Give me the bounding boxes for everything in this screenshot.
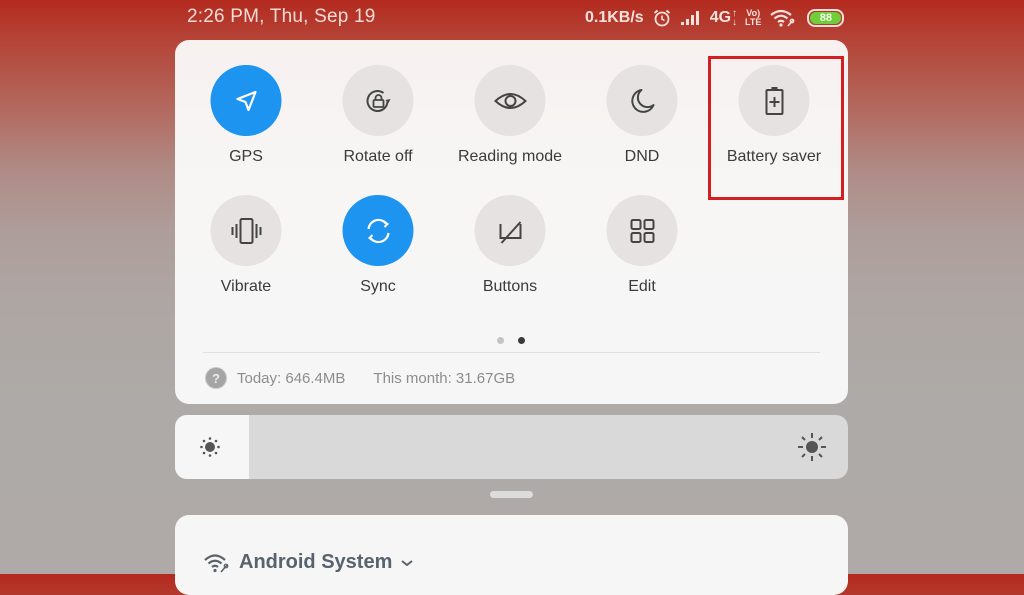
notification-card[interactable]: Android System bbox=[175, 515, 848, 595]
tile-edit[interactable]: Edit bbox=[577, 195, 707, 315]
tile-gps[interactable]: GPS bbox=[181, 65, 311, 185]
tile-dnd-label: DND bbox=[624, 148, 660, 165]
tile-reading-mode[interactable]: Reading mode bbox=[445, 65, 575, 185]
panel-drag-handle[interactable] bbox=[490, 491, 533, 498]
tile-rotate[interactable]: Rotate off bbox=[313, 65, 443, 185]
grid-icon bbox=[630, 218, 654, 243]
battery-level: 88 bbox=[810, 12, 842, 24]
tile-rotate-button[interactable] bbox=[342, 65, 414, 136]
battery-indicator: 88 bbox=[807, 9, 845, 27]
tile-gps-button[interactable] bbox=[210, 65, 282, 136]
quick-settings-panel: GPS Rotate off Reading mode DND Battery … bbox=[175, 40, 848, 404]
tile-vibrate-button[interactable] bbox=[210, 195, 282, 266]
wifi-icon bbox=[769, 8, 795, 28]
eye-icon bbox=[493, 92, 527, 109]
tile-reading-mode-label: Reading mode bbox=[457, 148, 563, 165]
tile-dnd-button[interactable] bbox=[606, 65, 678, 136]
divider bbox=[203, 352, 820, 353]
status-datetime: 2:26 PM, Thu, Sep 19 bbox=[187, 6, 376, 27]
notification-app-name: Android System bbox=[239, 551, 393, 573]
tile-sync[interactable]: Sync bbox=[313, 195, 443, 315]
network-type: 4G bbox=[709, 9, 732, 26]
page-indicator bbox=[497, 337, 525, 344]
page-dot-2[interactable] bbox=[518, 337, 525, 344]
status-bar: 2:26 PM, Thu, Sep 19 0.1KB/s 4G ↑ ↓ Vo) L… bbox=[0, 0, 1024, 36]
navigation-arrow-icon bbox=[235, 90, 257, 111]
data-arrows-icon: ↑ ↓ bbox=[732, 8, 738, 28]
alarm-clock-icon bbox=[652, 8, 672, 28]
brightness-low-icon bbox=[200, 437, 220, 457]
data-usage-today: Today: 646.4MB bbox=[237, 369, 346, 387]
rotation-lock-icon bbox=[366, 89, 390, 112]
tile-dnd[interactable]: DND bbox=[577, 65, 707, 185]
tile-vibrate[interactable]: Vibrate bbox=[181, 195, 311, 315]
volte-icon: Vo) LTE bbox=[745, 8, 762, 27]
network-speed: 0.1KB/s bbox=[585, 9, 644, 26]
buttons-icon bbox=[499, 220, 521, 244]
notification-header[interactable]: Android System bbox=[203, 551, 414, 574]
tile-edit-button[interactable] bbox=[606, 195, 678, 266]
cell-signal-icon bbox=[680, 10, 702, 26]
data-usage-month: This month: 31.67GB bbox=[373, 369, 516, 387]
sync-icon bbox=[366, 218, 390, 243]
chevron-down-icon[interactable] bbox=[400, 558, 414, 568]
tile-buttons-label: Buttons bbox=[482, 278, 538, 295]
tile-buttons[interactable]: Buttons bbox=[445, 195, 575, 315]
tile-reading-mode-button[interactable] bbox=[474, 65, 546, 136]
tile-edit-label: Edit bbox=[628, 278, 656, 295]
tile-sync-label: Sync bbox=[360, 278, 396, 295]
brightness-high-icon bbox=[798, 433, 826, 461]
tile-gps-label: GPS bbox=[229, 148, 263, 165]
wifi-icon bbox=[204, 553, 229, 573]
moon-icon bbox=[630, 88, 654, 113]
tile-sync-button[interactable] bbox=[342, 195, 414, 266]
tile-rotate-label: Rotate off bbox=[343, 148, 413, 165]
status-icons: 0.1KB/s 4G ↑ ↓ Vo) LTE 88 bbox=[585, 6, 845, 30]
vibrate-icon bbox=[231, 217, 261, 244]
data-usage-row[interactable]: ? Today: 646.4MB This month: 31.67GB bbox=[205, 367, 515, 389]
tile-buttons-button[interactable] bbox=[474, 195, 546, 266]
help-icon[interactable]: ? bbox=[205, 367, 227, 389]
brightness-slider[interactable] bbox=[175, 415, 848, 479]
tile-vibrate-label: Vibrate bbox=[220, 278, 272, 295]
page-dot-1[interactable] bbox=[497, 337, 504, 344]
highlight-box-battery-saver bbox=[708, 56, 844, 200]
